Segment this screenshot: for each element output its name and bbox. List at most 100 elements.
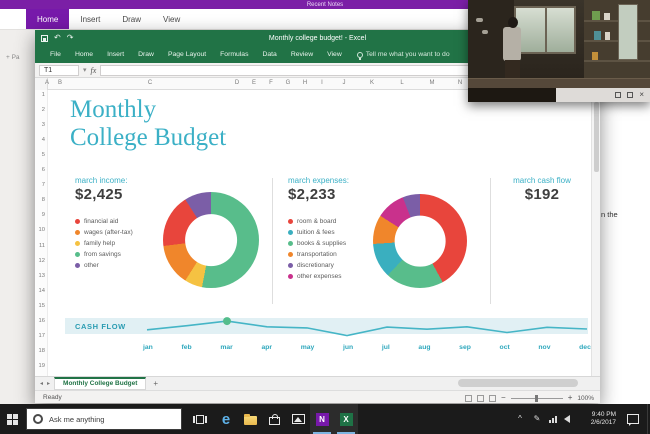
- taskbar-app-onenote[interactable]: N: [310, 404, 334, 434]
- row-header-6[interactable]: 6: [35, 167, 45, 173]
- zoom-slider[interactable]: [510, 394, 563, 402]
- start-button[interactable]: [0, 404, 24, 434]
- onenote-tab-home[interactable]: Home: [26, 9, 70, 29]
- taskbar-app-excel[interactable]: X: [334, 404, 358, 434]
- column-header-F[interactable]: F: [269, 80, 273, 86]
- close-icon[interactable]: ×: [639, 91, 644, 99]
- column-header-B[interactable]: B: [58, 80, 62, 86]
- taskbar-app-photos[interactable]: [286, 404, 310, 434]
- excel-ribbon-tab-view[interactable]: View: [320, 46, 349, 63]
- onenote-tab-view[interactable]: View: [152, 9, 191, 29]
- zoom-in-icon[interactable]: +: [568, 394, 573, 402]
- name-box[interactable]: T1: [39, 64, 79, 76]
- excel-ribbon-tab-home[interactable]: Home: [68, 46, 100, 63]
- action-center-button[interactable]: [622, 404, 644, 434]
- row-header-11[interactable]: 11: [35, 243, 45, 249]
- excel-ribbon-tab-file[interactable]: File: [43, 46, 68, 63]
- tell-me-box[interactable]: Tell me what you want to do: [356, 51, 450, 60]
- popout-icon[interactable]: [615, 92, 622, 98]
- tray-volume-button[interactable]: [560, 404, 574, 434]
- zoom-slider-thumb[interactable]: [534, 394, 538, 402]
- column-header-I[interactable]: I: [321, 80, 323, 86]
- row-header-15[interactable]: 15: [35, 303, 45, 309]
- income-legend: financial aid wages (after-tax) family hel…: [75, 218, 133, 273]
- column-header-A[interactable]: A: [45, 80, 49, 86]
- tray-network-button[interactable]: [546, 404, 560, 434]
- sheet-next-icon[interactable]: ▸: [47, 380, 50, 387]
- row-header-5[interactable]: 5: [35, 152, 45, 158]
- sheet-prev-icon[interactable]: ◂: [40, 380, 43, 387]
- income-donut-chart[interactable]: [163, 192, 259, 288]
- column-header-M[interactable]: M: [430, 80, 435, 86]
- expenses-donut-chart[interactable]: [373, 194, 467, 288]
- legend-item: from savings: [75, 251, 133, 258]
- kitchen-window: [514, 6, 576, 54]
- panel-divider: [490, 178, 491, 304]
- row-header-14[interactable]: 14: [35, 288, 45, 294]
- row-header-19[interactable]: 19: [35, 363, 45, 369]
- row-header-1[interactable]: 1: [35, 92, 45, 98]
- row-header-3[interactable]: 3: [35, 122, 45, 128]
- row-header-9[interactable]: 9: [35, 212, 45, 218]
- taskbar-app-file-explorer[interactable]: [238, 404, 262, 434]
- add-sheet-icon[interactable]: +: [153, 379, 158, 388]
- excel-ribbon-tab-review[interactable]: Review: [284, 46, 320, 63]
- excel-ribbon-tab-insert[interactable]: Insert: [100, 46, 131, 63]
- excel-icon: X: [339, 412, 353, 426]
- fx-icon[interactable]: fx: [91, 66, 97, 75]
- row-header-18[interactable]: 18: [35, 348, 45, 354]
- normal-view-icon[interactable]: [465, 394, 473, 402]
- tell-me-label: Tell me what you want to do: [365, 51, 450, 58]
- status-bar: Ready − + 100%: [35, 390, 600, 403]
- column-header-K[interactable]: K: [370, 80, 374, 86]
- excel-ribbon-tab-page-layout[interactable]: Page Layout: [161, 46, 213, 63]
- income-donut-hole: [185, 214, 237, 266]
- page-break-view-icon[interactable]: [489, 394, 497, 402]
- row-header-17[interactable]: 17: [35, 333, 45, 339]
- page-layout-view-icon[interactable]: [477, 394, 485, 402]
- tray-pen-button[interactable]: ✎: [530, 404, 544, 434]
- excel-ribbon-tab-draw[interactable]: Draw: [131, 46, 161, 63]
- column-header-E[interactable]: E: [252, 80, 256, 86]
- horizontal-scrollbar-thumb[interactable]: [458, 379, 578, 387]
- vertical-scrollbar[interactable]: ▴: [591, 90, 600, 376]
- zoom-percentage[interactable]: 100%: [577, 395, 594, 402]
- tray-show-hidden-icons[interactable]: ^: [512, 404, 528, 434]
- column-header-J[interactable]: J: [343, 80, 346, 86]
- row-header-4[interactable]: 4: [35, 137, 45, 143]
- column-header-L[interactable]: L: [400, 80, 403, 86]
- taskbar-app-edge[interactable]: e: [214, 404, 238, 434]
- excel-ribbon-tab-formulas[interactable]: Formulas: [213, 46, 255, 63]
- row-header-10[interactable]: 10: [35, 227, 45, 233]
- column-header-H[interactable]: H: [303, 80, 307, 86]
- zoom-out-icon[interactable]: −: [501, 394, 506, 402]
- task-view-button[interactable]: [188, 404, 212, 434]
- legend-item: books & supplies: [288, 240, 346, 247]
- column-header-G[interactable]: G: [286, 80, 291, 86]
- sheet-tab-monthly-college-budget[interactable]: Monthly College Budget: [54, 377, 147, 390]
- excel-ribbon-tab-data[interactable]: Data: [255, 46, 283, 63]
- cashflow-line: [146, 320, 588, 337]
- row-header-16[interactable]: 16: [35, 318, 45, 324]
- add-page-button[interactable]: + Pa: [6, 54, 20, 61]
- row-header-12[interactable]: 12: [35, 258, 45, 264]
- row-header-2[interactable]: 2: [35, 107, 45, 113]
- row-header-7[interactable]: 7: [35, 182, 45, 188]
- cashflow-sparkline-chart[interactable]: [143, 316, 591, 342]
- taskbar-app-store[interactable]: [262, 404, 286, 434]
- vertical-scrollbar-thumb[interactable]: [593, 102, 599, 172]
- row-header-8[interactable]: 8: [35, 197, 45, 203]
- row-header-13[interactable]: 13: [35, 273, 45, 279]
- onenote-tab-draw[interactable]: Draw: [111, 9, 152, 29]
- shelf-item: [605, 32, 610, 40]
- column-header-N[interactable]: N: [458, 80, 462, 86]
- onenote-tab-insert[interactable]: Insert: [69, 9, 111, 29]
- fullscreen-icon[interactable]: [627, 92, 634, 98]
- search-input[interactable]: Ask me anything: [26, 408, 182, 430]
- video-pip-window[interactable]: ×: [468, 0, 650, 102]
- name-box-dropdown-icon[interactable]: ▾: [83, 66, 87, 74]
- taskbar-clock[interactable]: 9:40 PM 2/6/2017: [574, 411, 616, 427]
- column-header-C[interactable]: C: [148, 80, 152, 86]
- legend-swatch: [75, 252, 80, 257]
- column-header-D[interactable]: D: [235, 80, 239, 86]
